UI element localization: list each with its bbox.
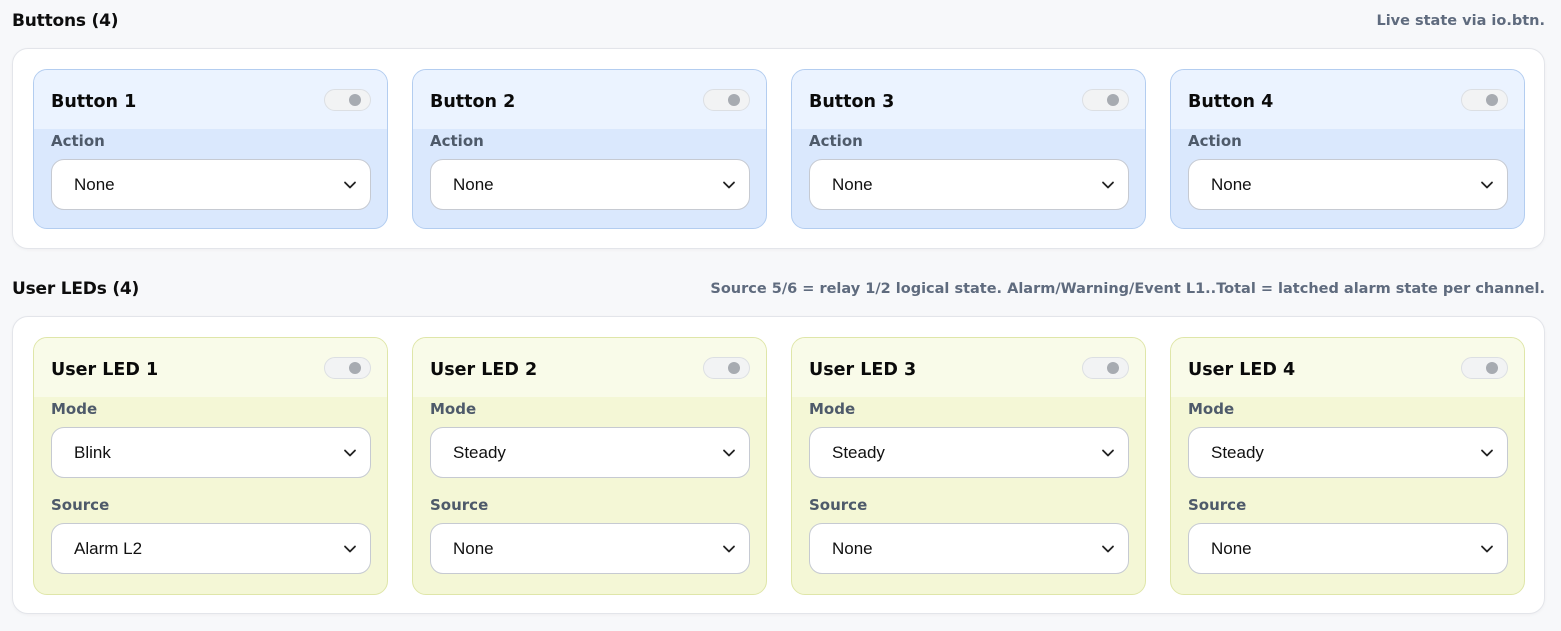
toggle-knob (728, 93, 740, 106)
toggle-knob (728, 361, 740, 374)
toggle-knob (1486, 93, 1498, 106)
buttons-section-header: Buttons (4) Live state via io.btn. (12, 9, 1545, 33)
mode-select-value: Steady (453, 442, 506, 462)
chevron-down-icon (723, 181, 735, 188)
buttons-section-title: Buttons (4) (12, 11, 119, 31)
button-card-title: Button 3 (809, 91, 895, 112)
button-card-4: Button 4 Action None (1170, 69, 1525, 229)
source-select[interactable]: Alarm L2 (51, 523, 371, 574)
button-card-header: Button 2 (413, 70, 766, 129)
source-select-value: None (832, 538, 873, 558)
buttons-section-note: Live state via io.btn. (1376, 13, 1545, 29)
toggle-knob (1107, 361, 1119, 374)
chevron-down-icon (1481, 545, 1493, 552)
buttons-panel: Button 1 Action None Button 2 Action Non… (12, 48, 1545, 249)
mode-select[interactable]: Steady (430, 427, 750, 478)
chevron-down-icon (1481, 181, 1493, 188)
chevron-down-icon (723, 449, 735, 456)
source-label: Source (51, 496, 110, 514)
led-card-3: User LED 3 Mode Steady Source None (791, 337, 1146, 595)
led-state-toggle[interactable] (1461, 356, 1508, 379)
leds-section-title: User LEDs (4) (12, 279, 140, 299)
leds-panel: User LED 1 Mode Blink Source Alarm L2 Us… (12, 316, 1545, 614)
action-label: Action (51, 132, 105, 150)
mode-select-value: Steady (832, 442, 885, 462)
led-state-toggle[interactable] (1082, 356, 1129, 379)
led-card-header: User LED 1 (34, 338, 387, 397)
toggle-knob (349, 361, 361, 374)
mode-label: Mode (51, 400, 98, 418)
mode-label: Mode (809, 400, 856, 418)
mode-label: Mode (1188, 400, 1235, 418)
mode-select-value: Steady (1211, 442, 1264, 462)
led-state-toggle[interactable] (324, 356, 371, 379)
button-state-toggle[interactable] (1082, 88, 1129, 111)
mode-label: Mode (430, 400, 477, 418)
button-card-3: Button 3 Action None (791, 69, 1146, 229)
source-select[interactable]: None (809, 523, 1129, 574)
source-select-value: None (1211, 538, 1252, 558)
led-card-4: User LED 4 Mode Steady Source None (1170, 337, 1525, 595)
action-select-value: None (1211, 174, 1252, 194)
toggle-knob (349, 93, 361, 106)
button-state-toggle[interactable] (1461, 88, 1508, 111)
source-select-value: Alarm L2 (74, 538, 143, 558)
mode-select[interactable]: Blink (51, 427, 371, 478)
action-label: Action (809, 132, 863, 150)
mode-select[interactable]: Steady (809, 427, 1129, 478)
button-card-title: Button 4 (1188, 91, 1274, 112)
source-select[interactable]: None (1188, 523, 1508, 574)
button-card-title: Button 2 (430, 91, 516, 112)
chevron-down-icon (723, 545, 735, 552)
action-select[interactable]: None (51, 159, 371, 210)
led-card-title: User LED 1 (51, 359, 159, 380)
leds-section-header: User LEDs (4) Source 5/6 = relay 1/2 log… (12, 277, 1545, 301)
action-select[interactable]: None (1188, 159, 1508, 210)
action-select-value: None (453, 174, 494, 194)
button-state-toggle[interactable] (703, 88, 750, 111)
chevron-down-icon (344, 449, 356, 456)
toggle-knob (1486, 361, 1498, 374)
toggle-knob (1107, 93, 1119, 106)
led-card-header: User LED 2 (413, 338, 766, 397)
action-select-value: None (74, 174, 115, 194)
led-card-title: User LED 3 (809, 359, 917, 380)
source-label: Source (430, 496, 489, 514)
led-card-1: User LED 1 Mode Blink Source Alarm L2 (33, 337, 388, 595)
button-card-header: Button 4 (1171, 70, 1524, 129)
chevron-down-icon (1102, 545, 1114, 552)
button-card-2: Button 2 Action None (412, 69, 767, 229)
action-select-value: None (832, 174, 873, 194)
chevron-down-icon (1481, 449, 1493, 456)
led-card-header: User LED 3 (792, 338, 1145, 397)
button-card-title: Button 1 (51, 91, 137, 112)
mode-select[interactable]: Steady (1188, 427, 1508, 478)
button-card-1: Button 1 Action None (33, 69, 388, 229)
led-card-title: User LED 2 (430, 359, 538, 380)
button-card-header: Button 3 (792, 70, 1145, 129)
led-card-title: User LED 4 (1188, 359, 1296, 380)
chevron-down-icon (344, 545, 356, 552)
led-card-header: User LED 4 (1171, 338, 1524, 397)
leds-section-note: Source 5/6 = relay 1/2 logical state. Al… (710, 281, 1545, 297)
mode-select-value: Blink (74, 442, 111, 462)
led-card-2: User LED 2 Mode Steady Source None (412, 337, 767, 595)
button-card-header: Button 1 (34, 70, 387, 129)
action-label: Action (430, 132, 484, 150)
led-state-toggle[interactable] (703, 356, 750, 379)
chevron-down-icon (1102, 181, 1114, 188)
source-select[interactable]: None (430, 523, 750, 574)
action-select[interactable]: None (430, 159, 750, 210)
button-state-toggle[interactable] (324, 88, 371, 111)
chevron-down-icon (1102, 449, 1114, 456)
source-select-value: None (453, 538, 494, 558)
action-label: Action (1188, 132, 1242, 150)
chevron-down-icon (344, 181, 356, 188)
source-label: Source (1188, 496, 1247, 514)
source-label: Source (809, 496, 868, 514)
action-select[interactable]: None (809, 159, 1129, 210)
